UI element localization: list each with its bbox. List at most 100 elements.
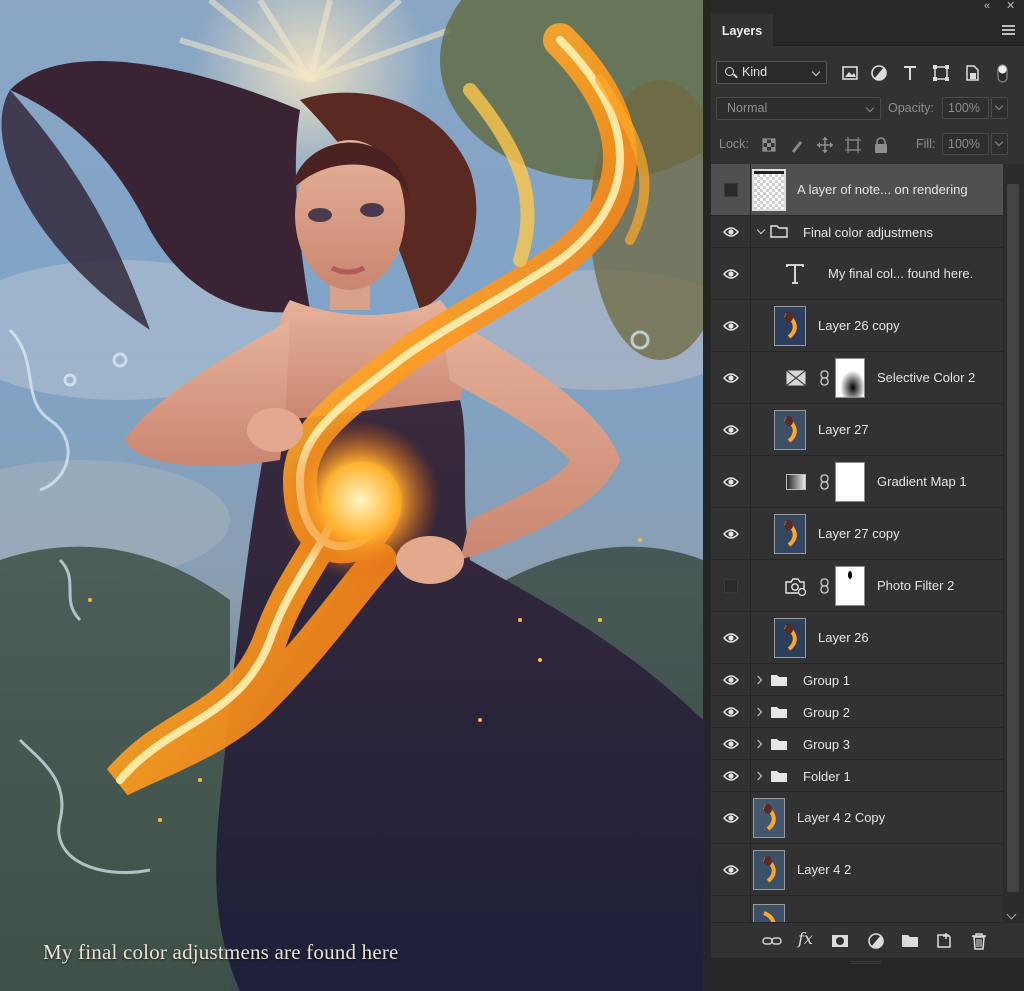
layer-name[interactable]: Layer 4 2: [797, 862, 851, 877]
layer-name[interactable]: A layer of note... on rendering: [797, 182, 968, 197]
blend-mode-select[interactable]: Normal: [716, 97, 881, 120]
layer-name[interactable]: Final color adjustmens: [803, 225, 933, 240]
fill-input[interactable]: 100%: [942, 133, 989, 155]
visibility-toggle[interactable]: [711, 560, 751, 611]
image-filter-icon[interactable]: [839, 62, 861, 84]
collapse-panel-icon[interactable]: «: [984, 0, 990, 13]
chevron-right-icon[interactable]: [753, 739, 763, 749]
layer-row[interactable]: Photo Filter 2: [711, 560, 1003, 612]
fill-dropdown[interactable]: [991, 133, 1008, 155]
layer-group-row[interactable]: Group 3: [711, 728, 1003, 760]
visibility-toggle[interactable]: [711, 300, 751, 351]
layer-group-row[interactable]: Group 1: [711, 664, 1003, 696]
visibility-toggle[interactable]: [711, 612, 751, 663]
add-mask-icon[interactable]: [829, 931, 851, 951]
visibility-toggle[interactable]: [711, 728, 751, 759]
adjustment-layer-icon[interactable]: [865, 931, 887, 951]
type-filter-icon[interactable]: [899, 62, 921, 84]
layer-row[interactable]: Layer 26: [711, 612, 1003, 664]
mask-link-icon[interactable]: [820, 578, 829, 594]
visibility-toggle[interactable]: [711, 216, 751, 247]
layer-mask-thumbnail[interactable]: [835, 566, 865, 606]
photo-filter-icon: [785, 578, 807, 596]
chevron-right-icon[interactable]: [753, 675, 763, 685]
layer-name[interactable]: Group 3: [803, 737, 850, 752]
layer-name[interactable]: Layer 27 copy: [818, 526, 900, 541]
lock-image-pixels-icon[interactable]: [788, 136, 806, 154]
layer-row[interactable]: [711, 896, 1003, 922]
layer-group-row[interactable]: Final color adjustmens: [711, 216, 1003, 248]
layer-row[interactable]: Layer 27 copy: [711, 508, 1003, 560]
visibility-toggle[interactable]: [711, 508, 751, 559]
lock-position-icon[interactable]: [816, 136, 834, 154]
layer-name[interactable]: Layer 27: [818, 422, 869, 437]
layer-name[interactable]: Gradient Map 1: [877, 474, 967, 489]
document-canvas[interactable]: My final color adjustmens are found here: [0, 0, 703, 991]
visibility-toggle[interactable]: [711, 760, 751, 791]
filter-toggle-icon[interactable]: [992, 62, 1014, 84]
folder-icon: [771, 771, 787, 782]
layer-name[interactable]: Layer 26: [818, 630, 869, 645]
close-panel-icon[interactable]: ✕: [1006, 0, 1015, 13]
mask-link-icon[interactable]: [820, 474, 829, 490]
layer-row[interactable]: Selective Color 2: [711, 352, 1003, 404]
layers-panel: « ✕ Layers Kind Normal Opacity: 100% Loc…: [711, 0, 1024, 991]
layers-list[interactable]: A layer of note... on rendering Final co…: [711, 164, 1003, 922]
panel-menu-icon[interactable]: [1002, 25, 1015, 35]
lock-all-icon[interactable]: [872, 136, 890, 154]
layer-row[interactable]: Layer 27: [711, 404, 1003, 456]
scroll-down-icon[interactable]: [1006, 909, 1017, 920]
layer-name[interactable]: My final col... found here.: [828, 266, 973, 281]
visibility-toggle[interactable]: [711, 164, 751, 215]
visibility-toggle[interactable]: [711, 456, 751, 507]
layer-group-row[interactable]: Folder 1: [711, 760, 1003, 792]
layer-name[interactable]: Photo Filter 2: [877, 578, 954, 593]
delete-layer-icon[interactable]: [968, 931, 990, 951]
lock-transparent-pixels-icon[interactable]: [760, 136, 778, 154]
new-layer-icon[interactable]: [933, 931, 955, 951]
layer-name[interactable]: Group 2: [803, 705, 850, 720]
layer-group-row[interactable]: Group 2: [711, 696, 1003, 728]
layer-row[interactable]: Layer 26 copy: [711, 300, 1003, 352]
layer-row[interactable]: My final col... found here.: [711, 248, 1003, 300]
visibility-toggle[interactable]: [711, 352, 751, 403]
mask-link-icon[interactable]: [820, 370, 829, 386]
visibility-toggle[interactable]: [711, 696, 751, 727]
adjustment-filter-icon[interactable]: [868, 62, 890, 84]
layer-row[interactable]: Gradient Map 1: [711, 456, 1003, 508]
layer-row[interactable]: Layer 4 2: [711, 844, 1003, 896]
visibility-toggle[interactable]: [711, 404, 751, 455]
resize-grip-icon[interactable]: [851, 961, 881, 964]
fx-icon[interactable]: fx: [798, 929, 820, 949]
panel-divider[interactable]: [703, 0, 711, 991]
visibility-toggle[interactable]: [711, 844, 751, 895]
opacity-dropdown[interactable]: [991, 97, 1008, 119]
visibility-toggle[interactable]: [711, 248, 751, 299]
layer-name[interactable]: Folder 1: [803, 769, 851, 784]
visibility-off-box: [724, 578, 738, 593]
lock-artboard-icon[interactable]: [844, 136, 862, 154]
chevron-down-icon[interactable]: [756, 225, 766, 235]
layer-mask-thumbnail[interactable]: [835, 358, 865, 398]
visibility-toggle[interactable]: [711, 664, 751, 695]
link-layers-icon[interactable]: [761, 931, 783, 951]
tab-layers[interactable]: Layers: [711, 14, 773, 46]
smart-object-filter-icon[interactable]: [961, 62, 983, 84]
visibility-toggle[interactable]: [711, 896, 751, 922]
layer-mask-thumbnail[interactable]: [835, 462, 865, 502]
chevron-right-icon[interactable]: [753, 707, 763, 717]
kind-filter-select[interactable]: Kind: [716, 61, 827, 84]
opacity-input[interactable]: 100%: [942, 97, 989, 119]
layer-name[interactable]: Layer 4 2 Copy: [797, 810, 885, 825]
layer-name[interactable]: Selective Color 2: [877, 370, 975, 385]
scrollbar-thumb[interactable]: [1007, 184, 1019, 892]
layer-name[interactable]: Layer 26 copy: [818, 318, 900, 333]
layers-scrollbar[interactable]: [1003, 164, 1024, 922]
layer-row[interactable]: Layer 4 2 Copy: [711, 792, 1003, 844]
layer-name[interactable]: Group 1: [803, 673, 850, 688]
shape-filter-icon[interactable]: [930, 62, 952, 84]
visibility-toggle[interactable]: [711, 792, 751, 843]
new-group-icon[interactable]: [899, 931, 921, 951]
layer-row[interactable]: A layer of note... on rendering: [711, 164, 1003, 216]
chevron-right-icon[interactable]: [753, 771, 763, 781]
